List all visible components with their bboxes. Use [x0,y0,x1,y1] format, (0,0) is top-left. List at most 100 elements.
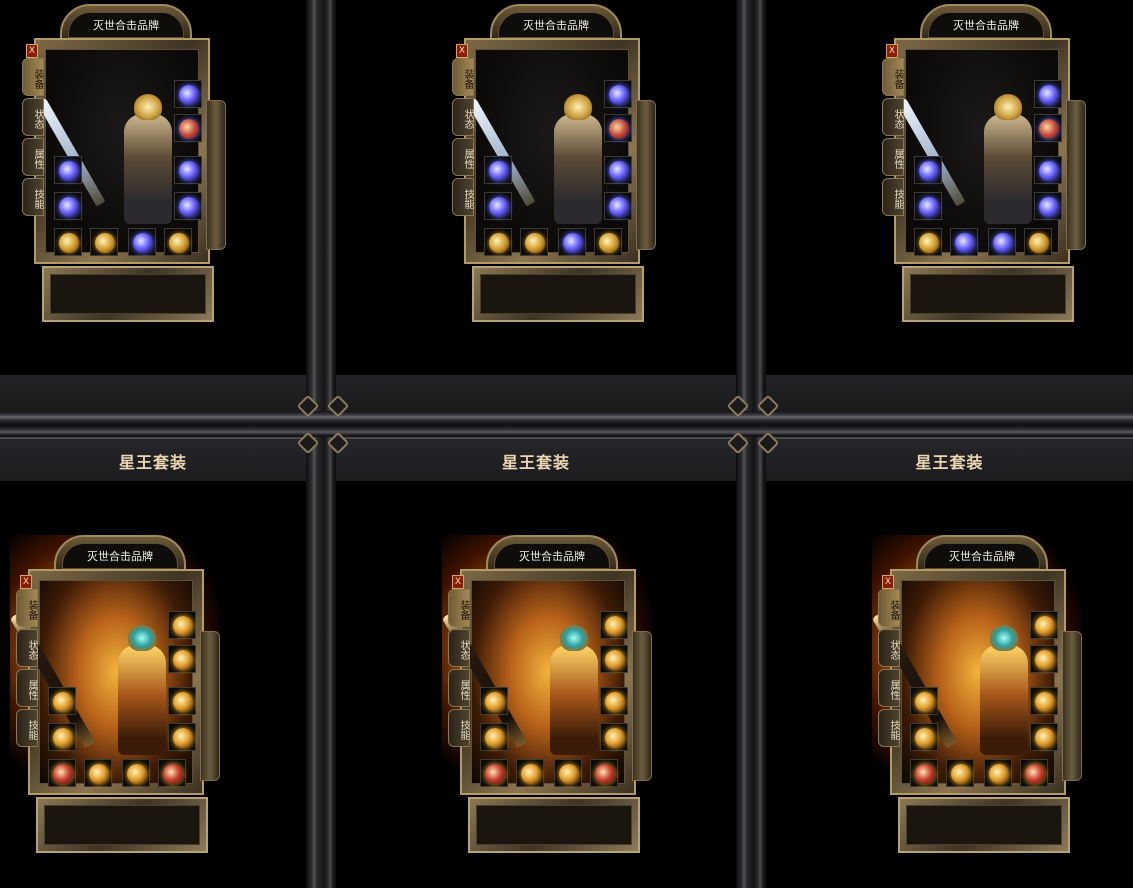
equipment-slot[interactable] [84,759,112,787]
equipment-slot[interactable] [600,687,628,715]
equipment-slot[interactable] [1030,645,1058,673]
tab-attributes[interactable]: 属性 [448,669,470,707]
equipment-slot[interactable] [600,723,628,751]
equipment-slot[interactable] [914,156,942,184]
equipment-slot[interactable] [484,228,512,256]
equipment-slot[interactable] [48,687,76,715]
equipment-slot[interactable] [590,759,618,787]
panel-footer [898,797,1070,853]
tab-status[interactable]: 状态 [452,98,474,136]
equipment-slot[interactable] [174,114,202,142]
equipment-slot[interactable] [1030,687,1058,715]
equipment-slot[interactable] [168,723,196,751]
equipment-slot[interactable] [1020,759,1048,787]
close-button[interactable]: X [452,575,464,589]
equipment-slot[interactable] [54,192,82,220]
equipment-slot[interactable] [54,228,82,256]
equipment-slot[interactable] [914,228,942,256]
equipment-slot[interactable] [1030,723,1058,751]
equipment-slot[interactable] [914,192,942,220]
equipment-slot[interactable] [558,228,586,256]
equipment-slot[interactable] [484,192,512,220]
tab-attributes[interactable]: 属性 [452,138,474,176]
tab-attributes[interactable]: 属性 [22,138,44,176]
close-button[interactable]: X [20,575,32,589]
equipment-slot[interactable] [90,228,118,256]
tab-equipment[interactable]: 装备 [16,589,38,627]
equipment-slot[interactable] [604,80,632,108]
tab-equipment[interactable]: 装备 [448,589,470,627]
equipment-slot[interactable] [480,759,508,787]
equipment-slot[interactable] [174,80,202,108]
equipment-slot[interactable] [554,759,582,787]
ring-icon [605,728,625,748]
equipment-slot[interactable] [480,687,508,715]
equipment-slot[interactable] [1024,228,1052,256]
ring-icon [179,197,199,217]
frame-side-ornament [1066,100,1086,250]
character-view [466,49,632,256]
tab-attributes[interactable]: 属性 [878,669,900,707]
close-button[interactable]: X [26,44,38,58]
equipment-slot[interactable] [174,156,202,184]
close-button[interactable]: X [886,44,898,58]
equipment-slot[interactable] [984,759,1012,787]
equipment-slot[interactable] [174,192,202,220]
equipment-slot[interactable] [122,759,150,787]
character-view [441,580,628,787]
close-icon: X [884,577,892,587]
tab-status[interactable]: 状态 [22,98,44,136]
equipment-slot[interactable] [168,687,196,715]
equipment-slot[interactable] [54,156,82,184]
equipment-slot[interactable] [168,645,196,673]
tab-status[interactable]: 状态 [882,98,904,136]
tab-status[interactable]: 状态 [878,629,900,667]
equipment-slot[interactable] [950,228,978,256]
tab-attributes[interactable]: 属性 [882,138,904,176]
equipment-slot[interactable] [516,759,544,787]
equipment-slot[interactable] [484,156,512,184]
equipment-slot[interactable] [604,156,632,184]
equipment-slot[interactable] [480,723,508,751]
equipment-slot[interactable] [600,611,628,639]
equipment-slot[interactable] [128,228,156,256]
close-button[interactable]: X [882,575,894,589]
equipment-slot[interactable] [988,228,1016,256]
equipment-slot[interactable] [168,611,196,639]
equipment-slot[interactable] [48,759,76,787]
equipment-slot[interactable] [910,723,938,751]
equipment-slot[interactable] [158,759,186,787]
equipment-slot[interactable] [1034,192,1062,220]
equipment-slot[interactable] [910,759,938,787]
equipment-slot[interactable] [164,228,192,256]
equipment-slot[interactable] [1034,156,1062,184]
equipment-panel: 灭世合击品牌 X 装备 状态 属性 技能 [871,535,1082,853]
equipment-slot[interactable] [910,687,938,715]
tab-skills[interactable]: 技能 [882,178,904,216]
equipment-slot[interactable] [1034,80,1062,108]
tab-equipment[interactable]: 装备 [452,58,474,96]
tab-equipment[interactable]: 装备 [878,589,900,627]
equipment-slot[interactable] [1034,114,1062,142]
close-button[interactable]: X [456,44,468,58]
armor-icon [554,114,602,224]
equipment-slot[interactable] [48,723,76,751]
tab-equipment[interactable]: 装备 [882,58,904,96]
tab-skills[interactable]: 技能 [452,178,474,216]
equipment-slot[interactable] [604,114,632,142]
equipment-slot[interactable] [594,228,622,256]
equipment-slot[interactable] [604,192,632,220]
tab-status[interactable]: 状态 [16,629,38,667]
tab-skills[interactable]: 技能 [22,178,44,216]
equipment-slot[interactable] [946,759,974,787]
equipment-slot[interactable] [1030,611,1058,639]
tab-skills[interactable]: 技能 [16,709,38,747]
tab-equipment[interactable]: 装备 [22,58,44,96]
tab-skills[interactable]: 技能 [448,709,470,747]
tab-status[interactable]: 状态 [448,629,470,667]
equipment-slot[interactable] [600,645,628,673]
set-title: 星王套装 [501,453,570,472]
equipment-slot[interactable] [520,228,548,256]
tab-skills[interactable]: 技能 [878,709,900,747]
tab-attributes[interactable]: 属性 [16,669,38,707]
